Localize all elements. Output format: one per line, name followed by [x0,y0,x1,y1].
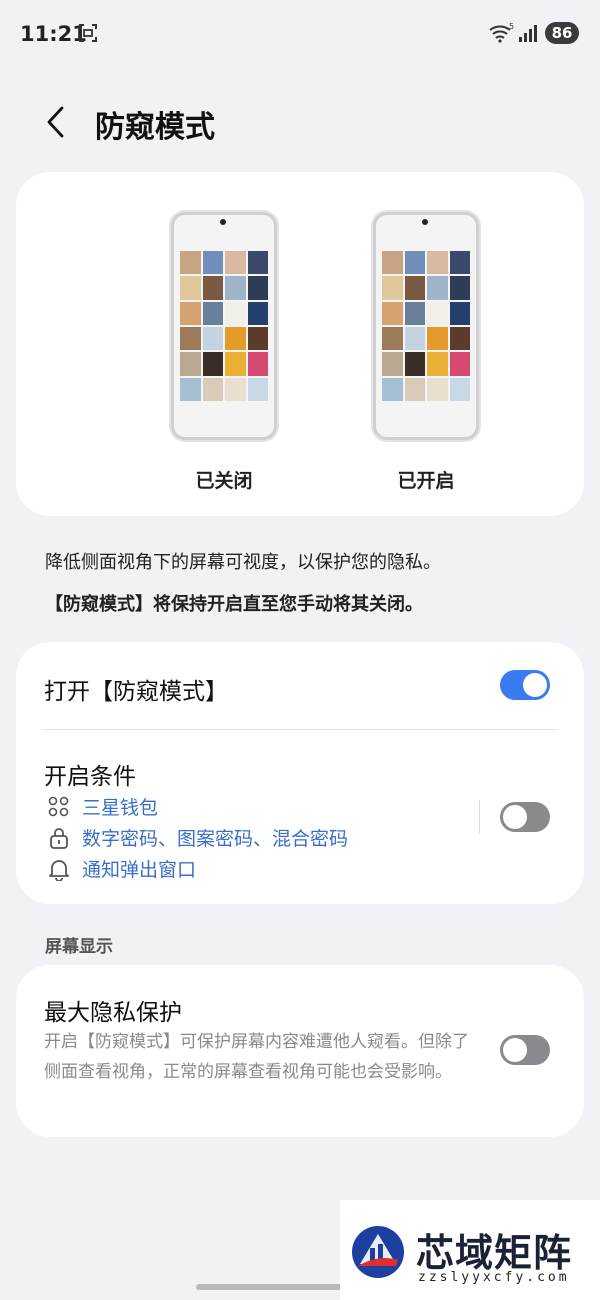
preview-off: 已关闭 [144,212,304,493]
watermark-logo-icon [350,1224,406,1284]
conditions-title[interactable]: 开启条件 [44,757,136,791]
max-privacy-switch[interactable] [500,1035,550,1065]
condition-label: 数字密码、图案密码、混合密码 [82,828,349,850]
privacy-mode-toggle-label[interactable]: 打开【防窥模式】 [44,672,228,706]
conditions-switch[interactable] [500,802,550,832]
svg-text:5: 5 [509,22,514,31]
apps-icon [46,794,72,820]
privacy-mode-switch[interactable] [500,670,550,700]
home-indicator[interactable] [196,1284,346,1290]
screenshot-icon [78,23,98,47]
watermark: 芯域矩阵 zzslyyxcfy.com [340,1200,600,1300]
max-privacy-title: 最大隐私保护 [44,1000,182,1026]
phone-illustration-off [171,212,277,440]
max-privacy-description: 开启【防窥模式】可保护屏幕内容难遭他人窥看。但除了侧面查看视角，正常的屏幕查看视… [44,1032,469,1082]
condition-passwords: 数字密码、图案密码、混合密码 [46,824,348,851]
status-time: 11:21 [20,22,87,46]
back-button[interactable] [36,102,76,142]
watermark-name: 芯域矩阵 [416,1231,573,1275]
divider [42,729,558,730]
phone-illustration-on [373,212,479,440]
preview-off-label: 已关闭 [195,470,253,492]
chevron-left-icon [47,106,64,138]
battery-indicator: 86 [545,22,579,44]
watermark-url: zzslyyxcfy.com [418,1270,570,1285]
description-line-1: 降低侧面视角下的屏幕可视度，以保护您的隐私。 [45,552,441,573]
preview-on: 已开启 [346,212,506,493]
signal-icon [518,23,540,47]
section-screen-display: 屏幕显示 [45,937,113,957]
condition-label: 通知弹出窗口 [82,859,197,881]
status-bar: 11:21 5 86 [0,0,600,70]
description-line-2: 【防窥模式】将保持开启直至您手动将其关闭。 [45,594,423,615]
bell-icon [46,856,72,882]
condition-label: 三星钱包 [82,797,159,819]
preview-on-label: 已开启 [397,470,455,492]
photo-grid-off [180,251,268,401]
preview-card: 已关闭 已开启 [16,172,584,516]
vertical-divider [479,800,480,834]
settings-card: 打开【防窥模式】 开启条件 三星钱包 数字密码、图案密码、混合密码 通知弹出窗口 [16,642,584,904]
condition-samsung-wallet: 三星钱包 [46,793,158,820]
max-privacy-card[interactable]: 最大隐私保护 开启【防窥模式】可保护屏幕内容难遭他人窥看。但除了侧面查看视角，正… [16,965,584,1137]
wifi-icon: 5 [488,22,516,48]
lock-icon [46,825,72,851]
page-title: 防窥模式 [95,110,215,145]
photo-grid-on [382,251,470,401]
condition-notification-popup: 通知弹出窗口 [46,855,196,882]
